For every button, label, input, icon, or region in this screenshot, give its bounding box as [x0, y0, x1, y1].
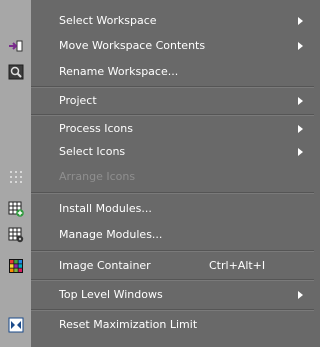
submenu-arrow-icon — [298, 291, 303, 299]
menu-item-rename-workspace[interactable]: Rename Workspace... — [0, 61, 314, 83]
install-modules-icon — [8, 201, 24, 217]
menu-separator — [31, 86, 314, 88]
context-menu: Select Workspace Move Workspace Contents… — [0, 0, 314, 347]
menu-separator — [31, 114, 314, 116]
menu-item-label: Project — [59, 94, 97, 107]
menu-item-label: Process Icons — [59, 122, 133, 135]
submenu-arrow-icon — [298, 97, 303, 105]
menu-item-image-container[interactable]: Image Container Ctrl+Alt+I — [0, 255, 314, 277]
manage-modules-icon — [8, 227, 24, 243]
move-workspace-icon — [9, 40, 23, 52]
menu-item-label: Rename Workspace... — [59, 65, 179, 78]
image-container-icon — [9, 259, 23, 273]
menu-item-select-workspace[interactable]: Select Workspace — [0, 10, 314, 32]
submenu-arrow-icon — [298, 148, 303, 156]
submenu-arrow-icon — [298, 42, 303, 50]
menu-item-label: Reset Maximization Limit — [59, 318, 198, 331]
menu-item-shortcut: Ctrl+Alt+I — [209, 259, 266, 272]
menu-item-process-icons[interactable]: Process Icons — [0, 118, 314, 140]
rename-workspace-icon — [8, 64, 24, 80]
menu-separator — [31, 279, 314, 281]
menu-separator — [31, 309, 314, 311]
menu-item-top-level-windows[interactable]: Top Level Windows — [0, 284, 314, 306]
menu-item-label: Install Modules... — [59, 202, 152, 215]
menu-item-arrange-icons: Arrange Icons — [0, 166, 314, 188]
menu-item-label: Select Workspace — [59, 14, 157, 27]
menu-item-label: Top Level Windows — [59, 288, 163, 301]
menu-item-select-icons[interactable]: Select Icons — [0, 141, 314, 163]
menu-separator — [31, 192, 314, 194]
menu-item-reset-maximization-limit[interactable]: Reset Maximization Limit — [0, 314, 314, 336]
arrange-icons-icon — [10, 171, 22, 183]
menu-item-install-modules[interactable]: Install Modules... — [0, 198, 314, 220]
submenu-arrow-icon — [298, 17, 303, 25]
menu-item-label: Move Workspace Contents — [59, 39, 206, 52]
menu-item-label: Manage Modules... — [59, 228, 163, 241]
menu-item-label: Arrange Icons — [59, 170, 136, 183]
menu-item-project[interactable]: Project — [0, 90, 314, 112]
menu-item-move-workspace-contents[interactable]: Move Workspace Contents — [0, 35, 314, 57]
menu-item-label: Image Container — [59, 259, 151, 272]
menu-separator — [31, 250, 314, 252]
submenu-arrow-icon — [298, 125, 303, 133]
menu-item-manage-modules[interactable]: Manage Modules... — [0, 224, 314, 246]
reset-maximization-icon — [8, 317, 24, 333]
menu-item-label: Select Icons — [59, 145, 126, 158]
